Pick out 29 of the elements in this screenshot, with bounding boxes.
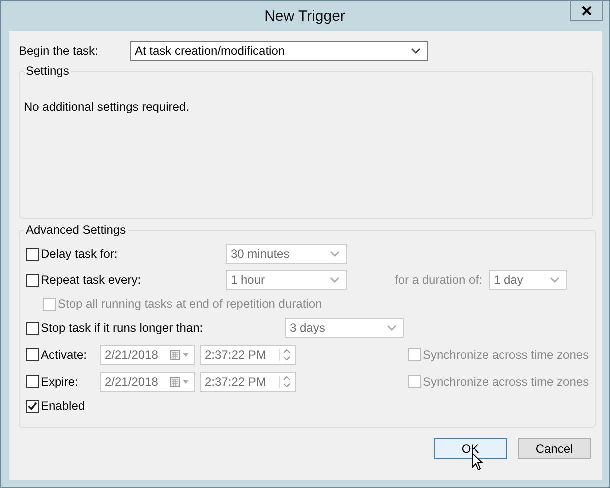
settings-message: No additional settings required. bbox=[24, 100, 190, 114]
dialog-button[interactable]: Cancel bbox=[518, 438, 591, 459]
option-label: Repeat task every: bbox=[41, 273, 142, 287]
option-label: Expire: bbox=[41, 374, 80, 388]
chevron-icon bbox=[387, 325, 397, 331]
option-label: Stop task if it runs longer than: bbox=[41, 321, 204, 335]
option-label: Delay task for: bbox=[41, 247, 119, 261]
checkbox[interactable] bbox=[26, 400, 39, 412]
duration-label: for a duration of: bbox=[395, 273, 484, 287]
chevron-icon bbox=[411, 48, 421, 54]
group-title: Advanced Settings bbox=[25, 223, 128, 237]
close-button[interactable] bbox=[570, 1, 603, 21]
calendar-icon bbox=[170, 376, 192, 386]
field-label: Begin the task: bbox=[19, 44, 100, 58]
chevron-icon bbox=[330, 251, 340, 257]
window-title: New Trigger bbox=[264, 8, 346, 24]
option-label: Enabled bbox=[41, 399, 86, 413]
dialog-button[interactable]: OK bbox=[434, 438, 507, 459]
mouse-cursor-icon bbox=[472, 453, 484, 471]
option-label: Synchronize across time zones bbox=[423, 374, 590, 388]
option-label: Stop all running tasks at end of repetition duration bbox=[58, 297, 322, 311]
option-label: Activate: bbox=[41, 348, 88, 362]
calendar-icon bbox=[170, 350, 192, 360]
chevron-icon bbox=[330, 277, 340, 283]
dropdown[interactable]: At task creation/modification bbox=[130, 41, 428, 61]
chevron-icon bbox=[550, 277, 560, 283]
option-label: Synchronize across time zones bbox=[423, 348, 590, 362]
close-icon bbox=[582, 6, 592, 16]
group-title: Settings bbox=[25, 64, 70, 78]
